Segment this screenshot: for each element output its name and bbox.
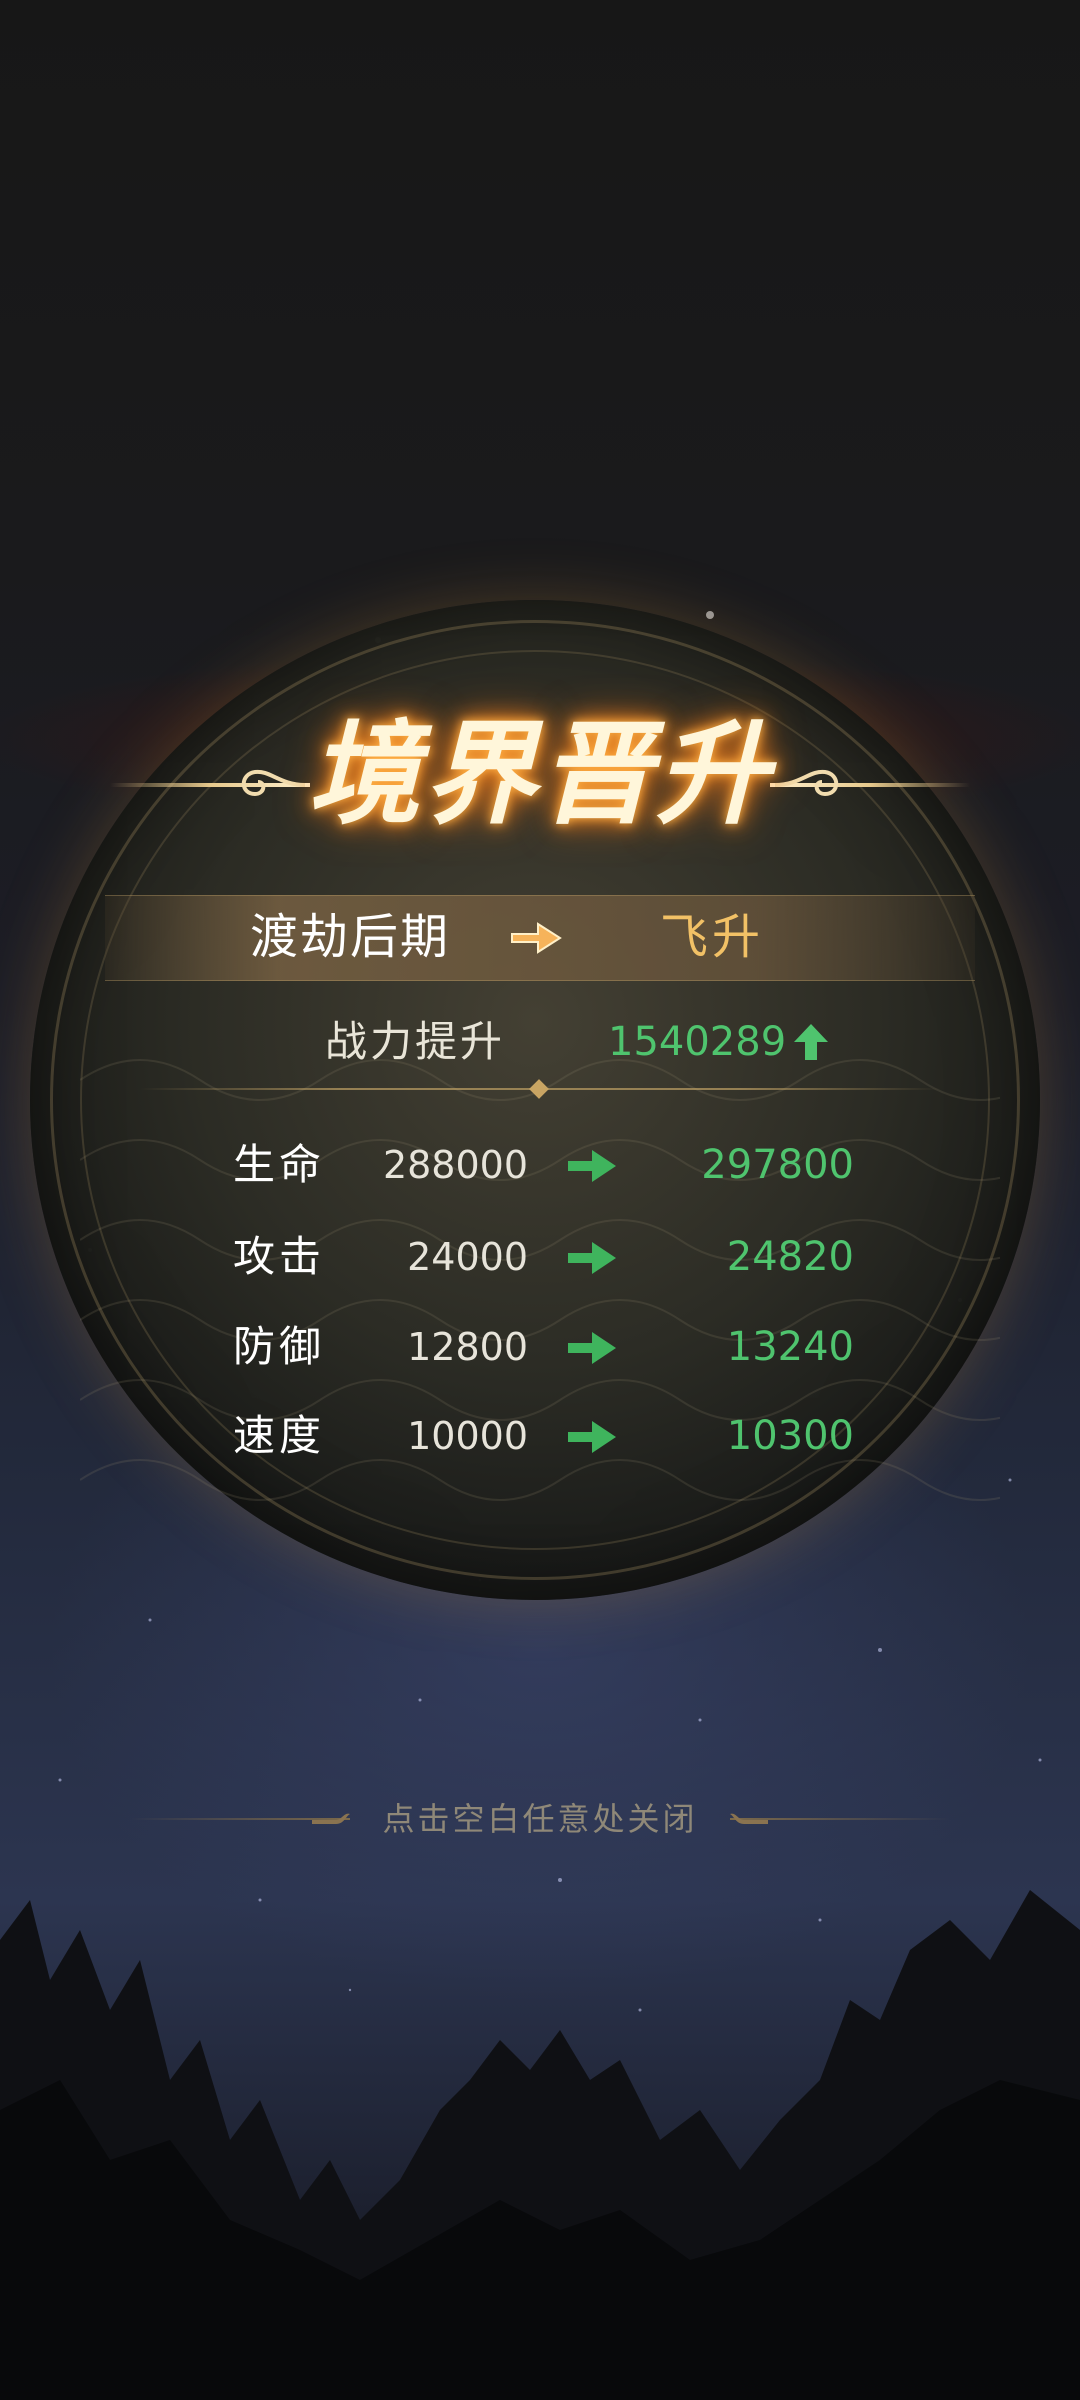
stat-new-value: 297800 <box>701 1142 854 1188</box>
stat-name: 防御 <box>233 1322 326 1371</box>
ornament-left-icon <box>312 1813 350 1824</box>
arrow-right-icon <box>511 922 562 954</box>
realm-upgrade-screen: 境界晋升 渡劫后期 飞升 战力提升 1540289 生命 288000 2978… <box>0 0 1080 2400</box>
power-value: 1540289 <box>608 1019 787 1065</box>
stat-name: 速度 <box>233 1411 326 1460</box>
stat-name: 生命 <box>233 1140 326 1189</box>
stat-old-value: 10000 <box>407 1414 528 1458</box>
stat-name: 攻击 <box>233 1232 326 1281</box>
stat-row-defense: 防御 12800 13240 <box>0 1312 1080 1382</box>
close-hint[interactable]: 点击空白任意处关闭 <box>360 1794 720 1844</box>
mountain-silhouette <box>0 1890 1080 2400</box>
arrow-right-icon <box>568 1332 616 1364</box>
stat-new-value: 10300 <box>726 1413 854 1459</box>
realm-from: 渡劫后期 <box>250 909 451 965</box>
stat-row-attack: 攻击 24000 24820 <box>0 1222 1080 1292</box>
power-label: 战力提升 <box>325 1017 506 1066</box>
realm-to: 飞升 <box>660 909 765 965</box>
stat-new-value: 13240 <box>726 1324 854 1370</box>
stat-old-value: 288000 <box>382 1143 528 1187</box>
arrow-up-icon <box>794 1024 828 1060</box>
stat-row-speed: 速度 10000 10300 <box>0 1401 1080 1471</box>
screen-title: 境界晋升 <box>308 709 772 840</box>
arrow-right-icon <box>568 1421 616 1453</box>
stat-row-hp: 生命 288000 297800 <box>0 1130 1080 1200</box>
arrow-right-icon <box>568 1150 616 1182</box>
stat-old-value: 24000 <box>407 1235 528 1279</box>
stat-old-value: 12800 <box>407 1325 528 1369</box>
arrow-right-icon <box>568 1242 616 1274</box>
ornament-right-icon <box>730 1813 768 1824</box>
stat-new-value: 24820 <box>726 1234 854 1280</box>
